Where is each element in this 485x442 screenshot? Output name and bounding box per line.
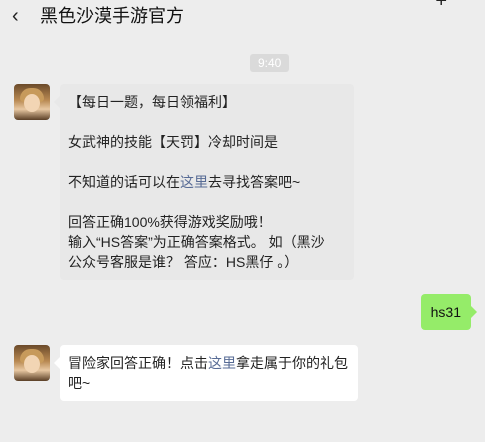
incoming-message-bubble: 冒险家回答正确！点击这里拿走属于你的礼包 吧~	[54, 345, 358, 401]
message-line: 不知道的话可以在这里去寻找答案吧~	[68, 172, 346, 192]
timestamp: 9:40	[250, 54, 290, 72]
incoming-message-bubble: 【每日一题，每日领福利】 女武神的技能【天罚】冷却时间是 不知道的话可以在这里去…	[54, 84, 354, 280]
answer-link[interactable]: 这里	[180, 174, 208, 190]
message-line: 【每日一题，每日领福利】	[68, 94, 236, 110]
message-text: 拿走属于你的礼包	[236, 355, 348, 371]
message-line: 冒险家回答正确！点击这里拿走属于你的礼包	[68, 353, 350, 373]
message-line: 公众号客服是谁？ 答应：HS黑仔 。）	[68, 254, 299, 270]
avatar-face	[24, 355, 40, 373]
avatar-face	[24, 94, 40, 112]
message-line: 吧~	[68, 375, 91, 391]
official-account-avatar[interactable]	[14, 84, 50, 120]
message-line: 女武神的技能【天罚】冷却时间是	[68, 134, 278, 150]
outgoing-message-bubble: hs31	[420, 294, 478, 330]
chevron-left-icon[interactable]: ‹	[12, 6, 28, 26]
chat-header: ‹ 黑色沙漠手游官方 +	[0, 0, 485, 34]
gift-link[interactable]: 这里	[208, 355, 236, 371]
official-account-avatar[interactable]	[14, 345, 50, 381]
chat-title: 黑色沙漠手游官方	[40, 6, 184, 26]
message-text: 去寻找答案吧~	[208, 174, 301, 190]
message-line: 输入“HS答案”为正确答案格式。 如（黑沙	[68, 234, 325, 250]
message-line: 回答正确100%获得游戏奖励哦！	[68, 214, 272, 230]
plus-icon[interactable]: +	[435, 0, 447, 13]
message-text: 不知道的话可以在	[68, 174, 180, 190]
message-text: 冒险家回答正确！点击	[68, 355, 208, 371]
